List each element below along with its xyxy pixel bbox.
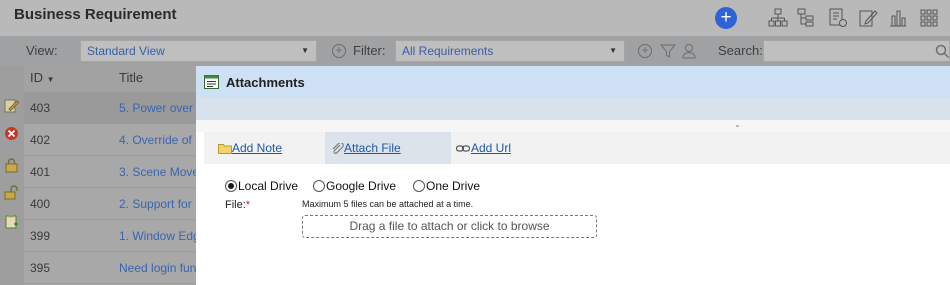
source-radio-google-label: Google Drive [326,179,397,193]
filter-select-value: All Requirements [402,44,494,58]
table-row[interactable]: 401 3. Scene Move [24,156,200,188]
bar-chart-icon[interactable] [888,8,908,28]
grid-header: ID ▼ Title [24,66,200,92]
chevron-down-icon: ▼ [609,46,617,55]
view-label: View: [26,43,58,58]
column-header-title[interactable]: Title [119,70,143,85]
tab-attach-file[interactable]: Attach File [325,132,451,164]
top-bar: Business Requirement + [0,0,950,36]
row-title-link[interactable]: 3. Scene Move [119,165,199,179]
tab-add-url[interactable]: Add Url [451,132,551,164]
dialog-title: Attachments [226,75,305,90]
row-title-link[interactable]: 2. Support for [119,197,192,211]
row-id: 400 [30,197,51,211]
source-radio-onedrive-label: One Drive [426,179,481,193]
file-field-label: File:* [225,199,250,211]
filter-label: Filter: [353,43,386,58]
filter-bar: View: Standard View ▼ + Filter: All Requ… [0,36,950,66]
tab-add-note-label: Add Note [232,141,283,155]
table-row[interactable]: 399 1. Window Edg [24,220,200,252]
radio-indicator[interactable] [313,180,325,192]
dialog-spacer: ⌄ [196,120,950,132]
add-view-icon[interactable]: + [332,44,346,58]
resize-tick-icon: ⌄ [734,120,741,129]
table-row[interactable]: 395 Need login fun [24,252,200,284]
chevron-down-icon: ▼ [301,46,309,55]
file-dropzone[interactable]: Drag a file to attach or click to browse [302,215,597,238]
table-row[interactable]: 402 4. Override of [24,124,200,156]
dialog-subheader [196,98,950,120]
tree-icon[interactable] [797,8,817,28]
search-input[interactable] [763,40,950,62]
filter-select[interactable]: All Requirements ▼ [395,40,625,62]
tab-add-url-label: Add Url [471,141,512,155]
page-title: Business Requirement [14,6,177,23]
attachments-dialog: Attachments ⌄ Add Note Attach File Add U… [196,66,950,285]
tab-attach-file-label: Attach File [344,141,401,155]
table-row[interactable]: 403 5. Power over [24,92,200,124]
clipboard-add-icon[interactable] [4,214,19,229]
add-filter-icon[interactable]: + [638,44,652,58]
file-label-text: File: [225,199,246,211]
sort-down-icon: ▼ [46,75,55,84]
delete-icon[interactable] [4,126,19,141]
row-title-link[interactable]: 4. Override of [119,133,192,147]
row-action-rail [0,66,24,285]
requirements-grid: ID ▼ Title 403 5. Power over 402 4. Over… [24,66,200,285]
paperclip-icon [332,143,344,154]
row-title-link[interactable]: 1. Window Edg [119,229,200,243]
row-title-link[interactable]: Need login fun [119,261,196,275]
unlock-icon[interactable] [4,185,19,200]
tab-add-note[interactable]: Add Note [204,132,322,164]
grid-menu-icon[interactable] [919,8,939,28]
lock-icon[interactable] [4,158,19,173]
link-icon [456,145,470,152]
edit-form-icon[interactable] [858,8,878,28]
folder-icon [218,144,232,154]
attachment-tabs: Add Note Attach File Add Url [204,132,950,164]
add-requirement-button[interactable]: + [715,7,737,29]
radio-indicator[interactable] [413,180,425,192]
view-select-value: Standard View [87,44,165,58]
report-icon[interactable] [828,8,848,28]
user-filter-icon[interactable] [681,43,697,59]
view-select[interactable]: Standard View ▼ [80,40,317,62]
dialog-header: Attachments [196,66,950,98]
row-id: 401 [30,165,51,179]
required-marker: * [245,199,251,211]
search-label: Search: [718,43,763,58]
row-id: 402 [30,133,51,147]
attachments-window-icon [204,75,219,89]
max-files-hint: Maximum 5 files can be attached at a tim… [302,199,474,209]
search-icon[interactable] [935,44,949,58]
table-row[interactable]: 400 2. Support for [24,188,200,220]
radio-selected-indicator[interactable] [225,180,237,192]
row-id: 399 [30,229,51,243]
column-header-id[interactable]: ID ▼ [30,70,55,85]
row-title-link[interactable]: 5. Power over [119,101,193,115]
funnel-icon[interactable] [660,43,676,59]
source-radio-local-label: Local Drive [238,179,299,193]
row-id: 403 [30,101,51,115]
row-id: 395 [30,261,51,275]
hierarchy-icon[interactable] [768,8,788,28]
edit-note-icon[interactable] [4,98,19,113]
